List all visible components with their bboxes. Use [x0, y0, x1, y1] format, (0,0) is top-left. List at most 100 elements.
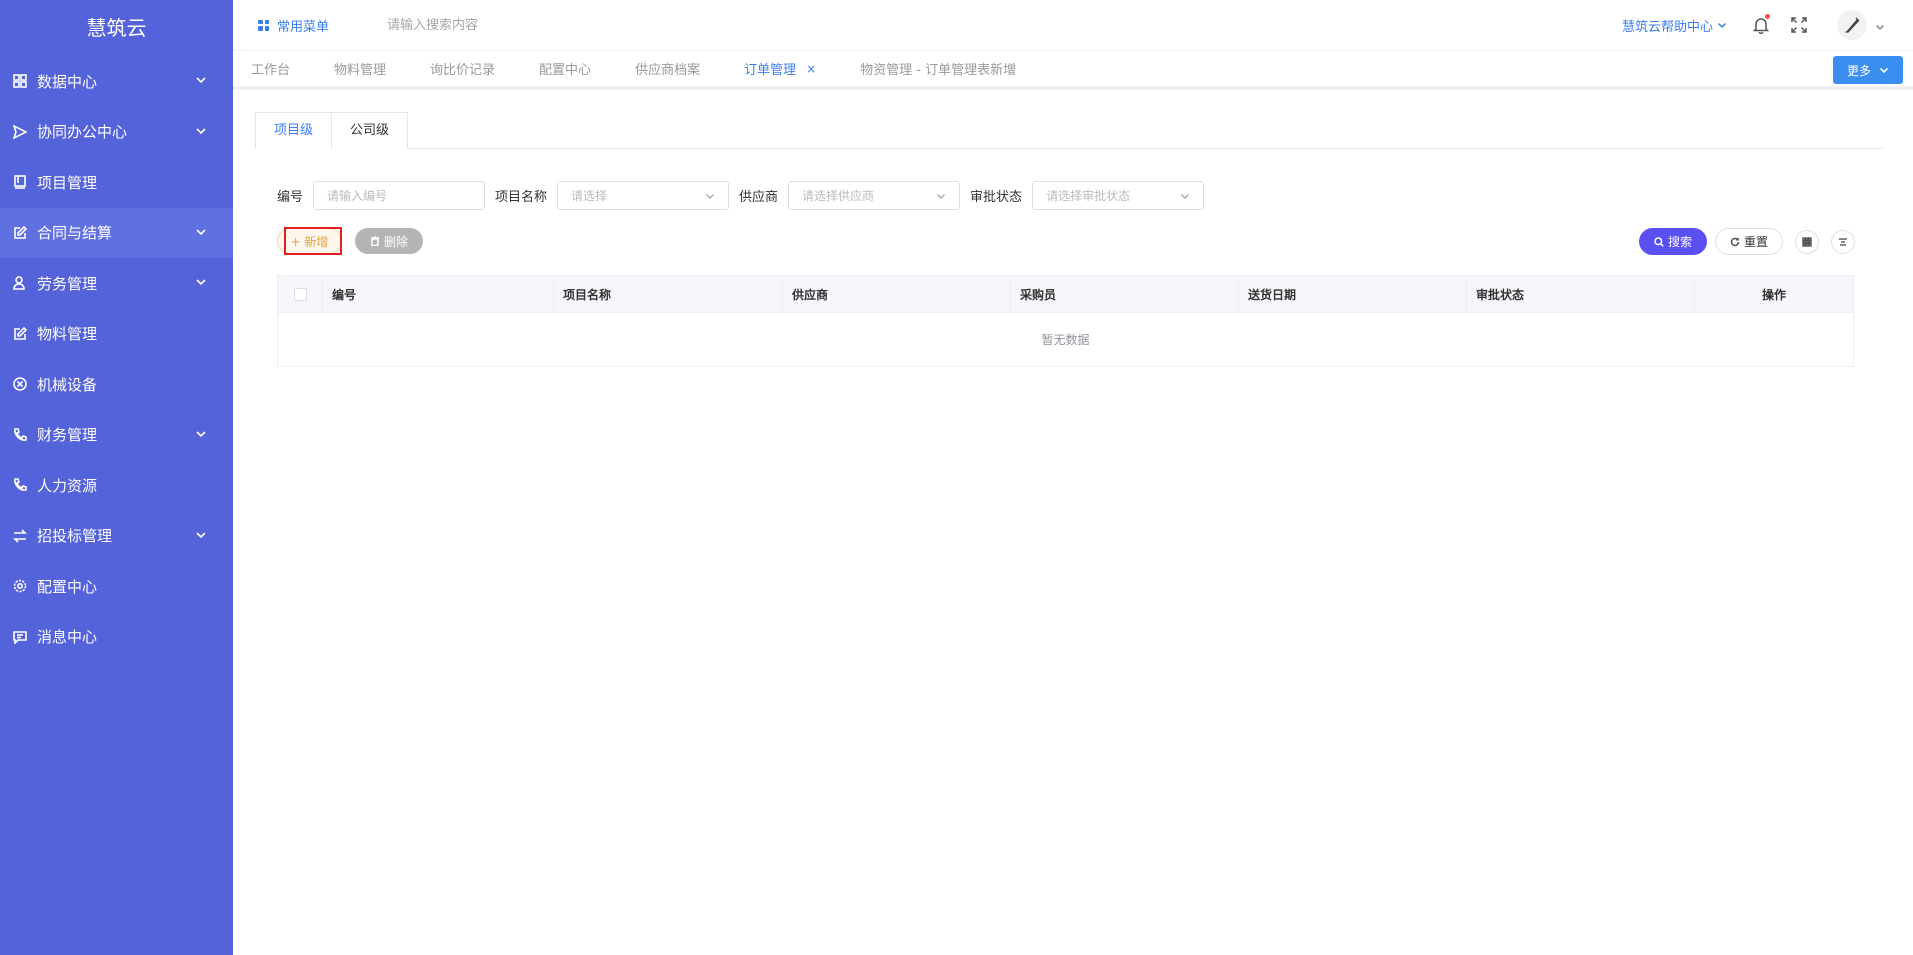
sidebar-item-finance[interactable]: 财务管理	[0, 410, 233, 461]
sidebar-item-config-center[interactable]: 配置中心	[0, 561, 233, 612]
tab-label: 工作台	[251, 63, 291, 78]
app-logo: 慧筑云	[86, 16, 147, 40]
code-placeholder: 请输入编号	[327, 189, 388, 203]
grid-icon	[258, 19, 269, 31]
project-name-select[interactable]: 请选择	[557, 181, 730, 210]
chevron-down-icon	[706, 193, 715, 199]
sidebar-item-label: 物料管理	[37, 325, 98, 344]
project-name-label: 项目名称	[495, 190, 548, 205]
gear-icon	[12, 579, 27, 594]
supplier-label: 供应商	[739, 190, 779, 205]
help-center-dropdown[interactable]: 慧筑云帮助中心	[1622, 16, 1727, 35]
sidebar-item-label: 机械设备	[37, 375, 98, 394]
column-header-delivery-date[interactable]: 送货日期	[1239, 276, 1467, 312]
column-header-approval-status[interactable]: 审批状态	[1467, 276, 1695, 312]
sidebar-item-label: 合同与结算	[37, 224, 113, 243]
approval-status-select[interactable]: 请选择审批状态	[1032, 181, 1205, 210]
avatar[interactable]	[1837, 10, 1867, 40]
supplier-select[interactable]: 请选择供应商	[788, 181, 961, 210]
search-input[interactable]	[387, 17, 588, 33]
project-name-placeholder: 请选择	[571, 189, 608, 203]
select-all-cell	[278, 276, 323, 312]
add-button[interactable]: + 新增	[277, 227, 342, 255]
sidebar-item-bidding[interactable]: 招投标管理	[0, 511, 233, 562]
sidebar-item-label: 财务管理	[37, 426, 98, 445]
action-bar: + 新增 删除 搜索 重置	[277, 226, 1855, 256]
sidebar-item-label: 配置中心	[37, 577, 98, 596]
more-button[interactable]: 更多	[1833, 56, 1903, 84]
fullscreen-icon[interactable]	[1791, 17, 1807, 33]
code-label: 编号	[277, 190, 304, 205]
chevron-down-icon	[195, 274, 207, 292]
favorites-menu-button[interactable]: 常用菜单	[258, 16, 329, 35]
column-header-operation: 操作	[1761, 287, 1786, 302]
chevron-down-icon	[1717, 22, 1727, 29]
tab-order-add[interactable]: 物资管理 - 订单管理表新增	[860, 59, 1016, 78]
search-icon	[1654, 236, 1664, 247]
main-content: 项目级 公司级 编号 请输入编号 项目名称 请选择 供应商 请选择供应商 审批状…	[233, 94, 1913, 955]
more-label: 更多	[1846, 63, 1871, 78]
filter-form: 编号 请输入编号 项目名称 请选择 供应商 请选择供应商 审批状态 请选择审批状…	[277, 181, 1214, 210]
grid-icon	[12, 74, 27, 89]
level-tabs: 项目级 公司级	[255, 112, 1883, 150]
orders-table: 编号 项目名称 供应商 采购员 送货日期 审批状态 操作 暂无数据	[277, 275, 1854, 367]
reset-button-label: 重置	[1743, 235, 1768, 249]
sidebar-item-message-center[interactable]: 消息中心	[0, 612, 233, 663]
select-all-checkbox[interactable]	[293, 287, 307, 301]
sidebar-item-label: 协同办公中心	[37, 123, 128, 142]
chevron-down-icon	[195, 527, 207, 545]
trash-icon	[370, 236, 379, 246]
sidebar-item-machinery[interactable]: 机械设备	[0, 359, 233, 410]
delete-button[interactable]: 删除	[355, 228, 423, 254]
chevron-down-icon	[195, 123, 207, 141]
sidebar-item-label: 人力资源	[37, 476, 98, 495]
top-header: 常用菜单 慧筑云帮助中心	[233, 0, 1913, 50]
tab-label: 订单管理	[744, 63, 797, 78]
close-icon[interactable]: ×	[806, 62, 816, 76]
tab-supplier-archive[interactable]: 供应商档案	[635, 59, 700, 78]
column-settings-icon[interactable]	[1795, 229, 1819, 254]
sidebar-item-label: 招投标管理	[37, 527, 113, 546]
column-header-supplier[interactable]: 供应商	[783, 276, 1011, 312]
reset-button[interactable]: 重置	[1715, 228, 1783, 255]
phone-icon	[12, 478, 27, 493]
delete-button-label: 删除	[383, 234, 408, 249]
sidebar-item-label: 劳务管理	[37, 274, 98, 293]
chevron-down-icon	[1879, 67, 1889, 74]
code-input[interactable]: 请输入编号	[313, 181, 486, 210]
tab-config-center[interactable]: 配置中心	[539, 59, 591, 78]
search-button[interactable]: 搜索	[1639, 228, 1707, 255]
chevron-down-icon	[1181, 193, 1190, 199]
favorites-label: 常用菜单	[277, 19, 330, 35]
edit-icon	[12, 326, 27, 341]
page-tabs-bar: 工作台 物料管理 询比价记录 配置中心 供应商档案 订单管理 × 物资管理 - …	[233, 50, 1913, 90]
sidebar-item-labor-management[interactable]: 劳务管理	[0, 258, 233, 309]
right-actions: 搜索 重置	[1639, 228, 1855, 255]
tab-project-level[interactable]: 项目级	[255, 112, 333, 150]
highlight-box	[284, 227, 342, 255]
sidebar-item-material-management[interactable]: 物料管理	[0, 309, 233, 360]
chevron-down-icon	[195, 224, 207, 242]
tab-label: 配置中心	[539, 63, 592, 78]
sidebar-item-data-center[interactable]: 数据中心	[0, 56, 233, 107]
tab-order-management[interactable]: 订单管理 ×	[744, 59, 816, 79]
tab-inquiry-records[interactable]: 询比价记录	[430, 59, 495, 78]
circle-x-icon	[12, 377, 27, 392]
help-center-label: 慧筑云帮助中心	[1621, 19, 1713, 35]
chevron-down-icon[interactable]	[1875, 20, 1885, 31]
filter-toggle-icon[interactable]	[1831, 229, 1855, 254]
table-header: 编号 项目名称 供应商 采购员 送货日期 审批状态 操作	[278, 276, 1853, 313]
sidebar-item-contract-settlement[interactable]: 合同与结算	[0, 207, 233, 258]
notification-bell-icon[interactable]	[1752, 14, 1770, 35]
tab-company-level[interactable]: 公司级	[332, 112, 409, 149]
column-header-purchaser[interactable]: 采购员	[1011, 276, 1239, 312]
sidebar-item-collab-office[interactable]: 协同办公中心	[0, 107, 233, 158]
sidebar-item-project-management[interactable]: 项目管理	[0, 157, 233, 208]
tab-material-management[interactable]: 物料管理	[334, 59, 386, 78]
sidebar-item-label: 项目管理	[37, 173, 98, 192]
refresh-icon	[1730, 237, 1740, 246]
column-header-project-name[interactable]: 项目名称	[554, 276, 783, 312]
column-header-code[interactable]: 编号	[323, 276, 554, 312]
sidebar-item-human-resources[interactable]: 人力资源	[0, 460, 233, 511]
tab-workbench[interactable]: 工作台	[251, 59, 290, 78]
